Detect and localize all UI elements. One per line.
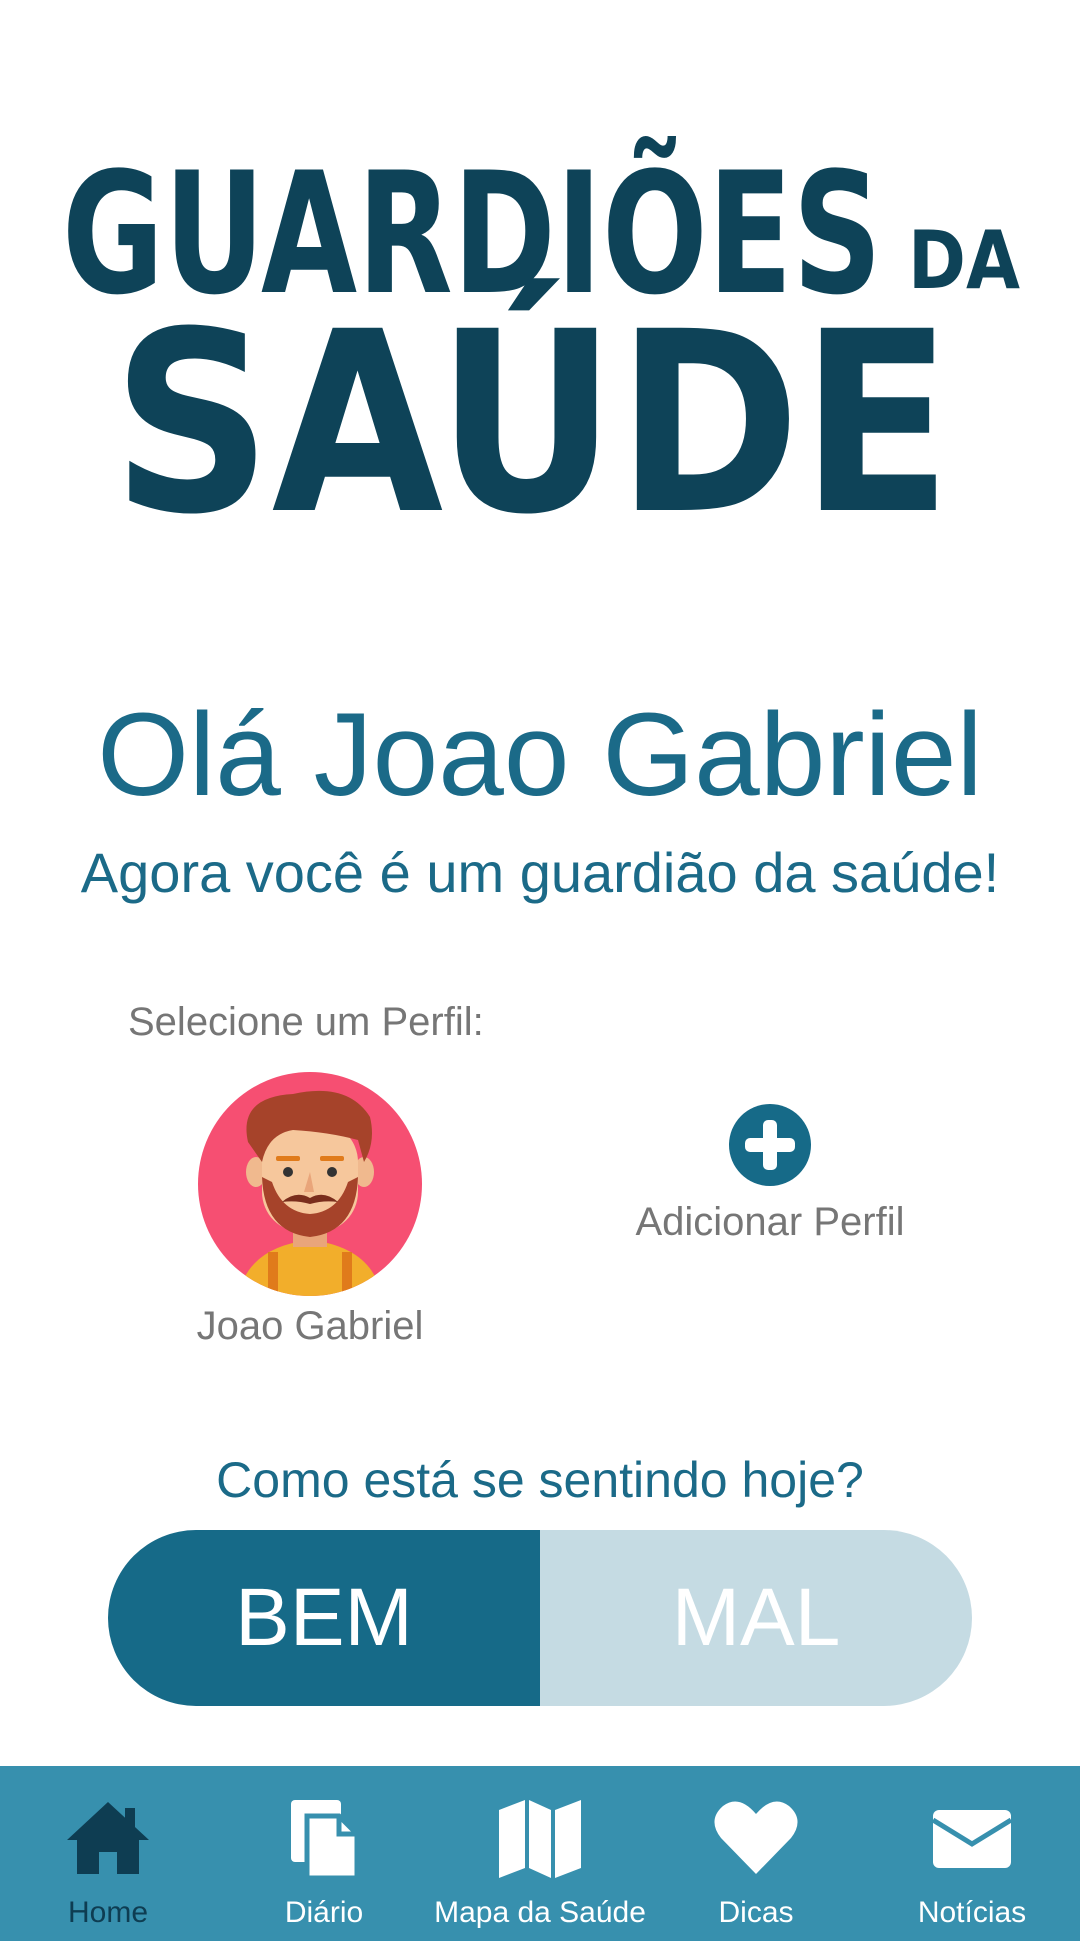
greeting-title: Olá Joao Gabriel: [97, 689, 983, 821]
nav-label-home: Home: [67, 1896, 149, 1929]
plus-circle-icon[interactable]: [729, 1104, 811, 1186]
nav-label-noticias: Notícias: [917, 1896, 1027, 1929]
mail-icon: [931, 1810, 1013, 1868]
heart-icon: [714, 1801, 798, 1874]
mood-toggle: BEM MAL: [108, 1530, 972, 1706]
nav-item-mapa[interactable]: Mapa da Saúde: [432, 1766, 648, 1941]
add-profile-label: Adicionar Perfil: [635, 1200, 905, 1244]
mood-bad-button[interactable]: MAL: [540, 1530, 972, 1706]
mood-question: Como está se sentindo hoje?: [216, 1452, 864, 1508]
nav-item-diario[interactable]: Diário: [216, 1766, 432, 1941]
document-icon: [291, 1800, 360, 1881]
logo-line2: SAÚDE: [112, 278, 952, 560]
profile-name: Joao Gabriel: [196, 1304, 424, 1348]
profile-card[interactable]: Joao Gabriel: [170, 1072, 450, 1362]
nav-label-dicas: Dicas: [718, 1896, 794, 1929]
greeting-subtitle: Agora você é um guardião da saúde!: [80, 841, 1000, 904]
add-profile-button[interactable]: Adicionar Perfil: [610, 1104, 930, 1254]
nav-label-mapa: Mapa da Saúde: [434, 1896, 646, 1929]
avatar[interactable]: [198, 1072, 422, 1296]
nav-item-home[interactable]: Home: [0, 1766, 216, 1941]
nav-item-dicas[interactable]: Dicas: [648, 1766, 864, 1941]
home-icon: [67, 1802, 149, 1874]
select-profile-label: Selecione um Perfil:: [128, 1000, 484, 1044]
app-logo: GUARDIÕES DA SAÚDE: [62, 135, 1020, 560]
nav-label-diario: Diário: [284, 1896, 364, 1929]
bottom-nav: Home Diário Mapa da Saúde Dicas Notícias: [0, 1766, 1080, 1941]
map-icon: [499, 1800, 581, 1878]
nav-item-noticias[interactable]: Notícias: [864, 1766, 1080, 1941]
mood-good-button[interactable]: BEM: [108, 1530, 540, 1706]
